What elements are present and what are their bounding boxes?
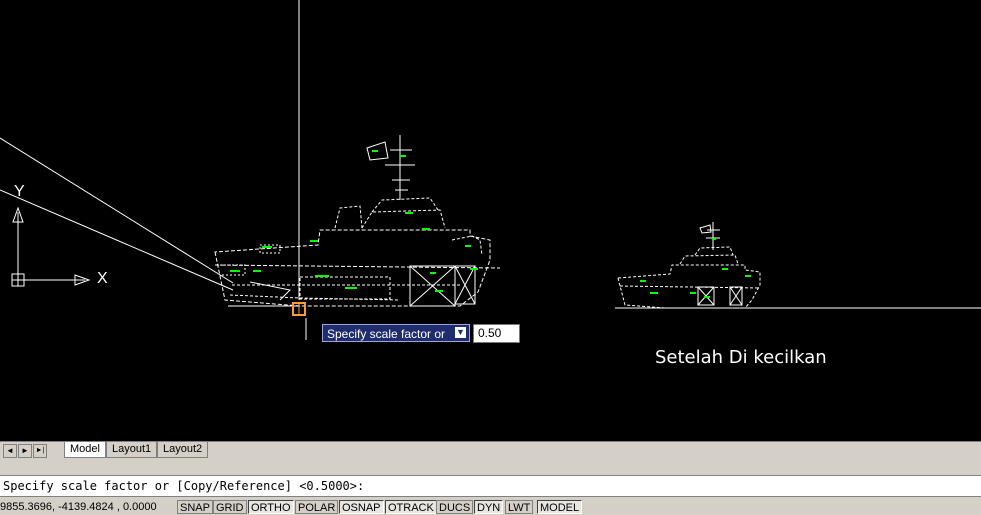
tab-nav-last-button[interactable]: ►|: [33, 444, 47, 458]
down-arrow-icon[interactable]: ▼: [455, 327, 466, 338]
scale-factor-input[interactable]: 0.50: [473, 324, 520, 343]
model-toggle[interactable]: MODEL: [537, 500, 583, 514]
command-line[interactable]: Specify scale factor or [Copy/Reference]…: [0, 475, 981, 497]
tab-nav-next-button[interactable]: ►: [18, 444, 32, 458]
command-history-area: [0, 459, 981, 475]
coordinate-readout: 9855.3696, -4139.4824 , 0.0000: [0, 501, 157, 513]
osnap-toggle[interactable]: OSNAP: [339, 500, 384, 514]
snap-toggle[interactable]: SNAP: [177, 500, 213, 514]
polar-toggle[interactable]: POLAR: [295, 500, 339, 514]
tab-layout1[interactable]: Layout1: [106, 442, 158, 458]
small-ship-drawing: [617, 222, 761, 309]
ucs-icon: [11, 206, 91, 287]
otrack-toggle[interactable]: OTRACK: [385, 500, 437, 514]
status-bar: 9855.3696, -4139.4824 , 0.0000 SNAP GRID…: [0, 499, 981, 515]
grid-toggle[interactable]: GRID: [213, 500, 247, 514]
dyn-toggle[interactable]: DYN: [474, 500, 504, 514]
small-ship-annotations: [640, 238, 751, 298]
ducs-toggle[interactable]: DUCS: [436, 500, 474, 514]
lwt-toggle[interactable]: LWT: [505, 500, 534, 514]
tab-model[interactable]: Model: [64, 442, 106, 458]
dynamic-prompt-label: Specify scale factor or: [327, 327, 446, 341]
drawing-svg: [0, 0, 981, 340]
large-ship-drawing: [214, 135, 501, 307]
layout-tab-bar: ◄ ► ►| Model Layout1 Layout2: [0, 441, 981, 459]
ucs-y-label: Y: [14, 183, 25, 200]
ucs-x-label: X: [97, 270, 108, 287]
dynamic-input-prompt[interactable]: Specify scale factor or ▼: [322, 324, 470, 342]
ortho-toggle[interactable]: ORTHO: [248, 500, 294, 514]
rubberband-line-2: [0, 189, 234, 291]
tab-layout2[interactable]: Layout2: [157, 442, 209, 458]
drawing-caption: Setelah Di kecilkan: [655, 347, 827, 368]
rubberband-line-1: [0, 137, 234, 284]
large-ship-annotations: [230, 150, 478, 292]
tab-nav-prev-button[interactable]: ◄: [3, 444, 17, 458]
model-space-canvas[interactable]: Y X Specify scale factor or ▼ 0.50 Setel…: [0, 0, 981, 441]
